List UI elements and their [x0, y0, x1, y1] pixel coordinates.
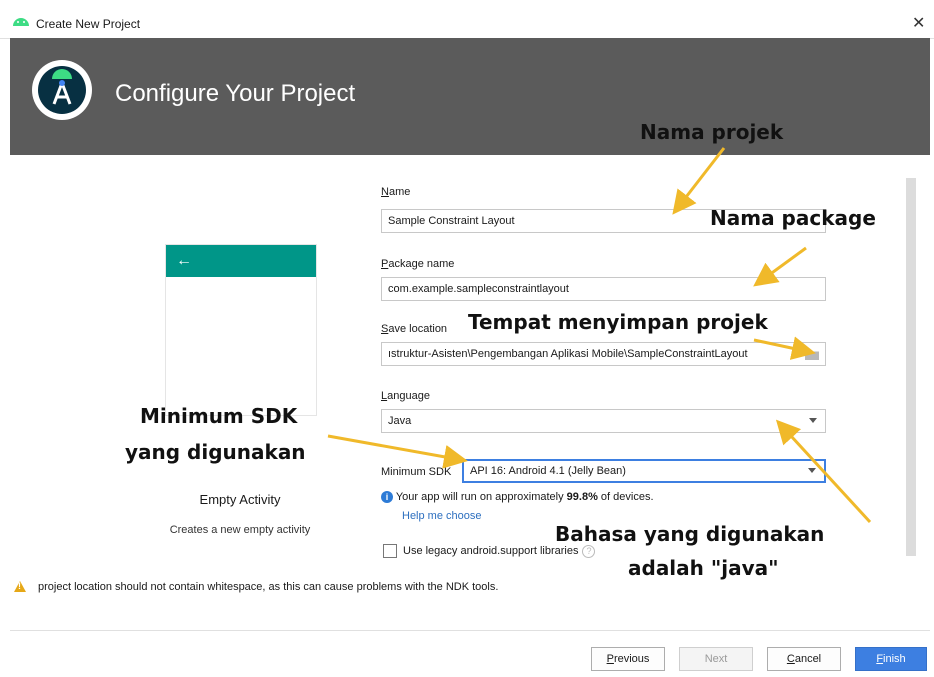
window-title: Create New Project: [36, 17, 141, 31]
save-location-label: Save location: [381, 323, 448, 335]
device-coverage-info: i Your app will run on approximately 99.…: [381, 491, 654, 504]
language-label: Language: [381, 390, 430, 402]
warning-message: project location should not contain whit…: [38, 581, 499, 593]
folder-icon[interactable]: [805, 349, 819, 360]
chevron-down-icon: [809, 418, 817, 423]
annotation-sdk-line1: Minimum SDK: [140, 404, 298, 428]
cancel-button[interactable]: Cancel: [767, 647, 841, 671]
annotation-language-line1: Bahasa yang digunakan: [555, 522, 825, 546]
footer-divider: [10, 630, 930, 631]
info-icon: i: [381, 491, 393, 504]
previous-button[interactable]: Previous: [591, 647, 665, 671]
min-sdk-select[interactable]: API 16: Android 4.1 (Jelly Bean): [462, 459, 826, 483]
annotation-language-line2: adalah "java": [628, 556, 779, 580]
legacy-support-label: Use legacy android.support libraries?: [403, 545, 596, 558]
language-select[interactable]: Java: [381, 409, 826, 433]
android-icon: [13, 18, 29, 26]
page-title: Configure Your Project: [115, 80, 356, 107]
name-label: Name: [381, 186, 411, 198]
activity-name: Empty Activity: [199, 492, 281, 507]
finish-button[interactable]: Finish: [855, 647, 927, 671]
help-icon[interactable]: ?: [582, 545, 596, 558]
next-button[interactable]: Next: [679, 647, 753, 671]
annotation-location: Tempat menyimpan projek: [468, 310, 768, 334]
activity-description: Creates a new empty activity: [169, 524, 311, 536]
form-scrollbar[interactable]: [906, 178, 916, 556]
wizard-header: Configure Your Project: [10, 38, 930, 155]
preview-app-bar: ←: [166, 245, 316, 277]
annotation-package: Nama package: [710, 206, 876, 230]
annotation-name: Nama projek: [640, 120, 784, 144]
warning-icon: [14, 581, 26, 592]
package-name-input[interactable]: com.example.sampleconstraintlayout: [381, 277, 826, 301]
legacy-support-checkbox[interactable]: [383, 544, 397, 558]
save-location-input[interactable]: ıstruktur-Asisten\Pengembangan Aplikasi …: [381, 342, 826, 366]
chevron-down-icon: [808, 468, 816, 473]
back-arrow-icon: ←: [176, 252, 192, 269]
close-icon[interactable]: ✕: [912, 13, 925, 33]
annotation-sdk-line2: yang digunakan: [125, 440, 306, 464]
min-sdk-label: Minimum SDK: [381, 466, 452, 478]
activity-preview: ←: [165, 244, 317, 416]
arrow-name: [672, 147, 726, 215]
help-me-choose-link[interactable]: Help me choose: [402, 510, 482, 522]
arrow-sdk: [327, 434, 468, 469]
android-studio-logo-icon: [32, 60, 92, 120]
package-name-label: Package name: [381, 258, 455, 270]
title-bar: Create New Project ✕: [0, 0, 934, 39]
